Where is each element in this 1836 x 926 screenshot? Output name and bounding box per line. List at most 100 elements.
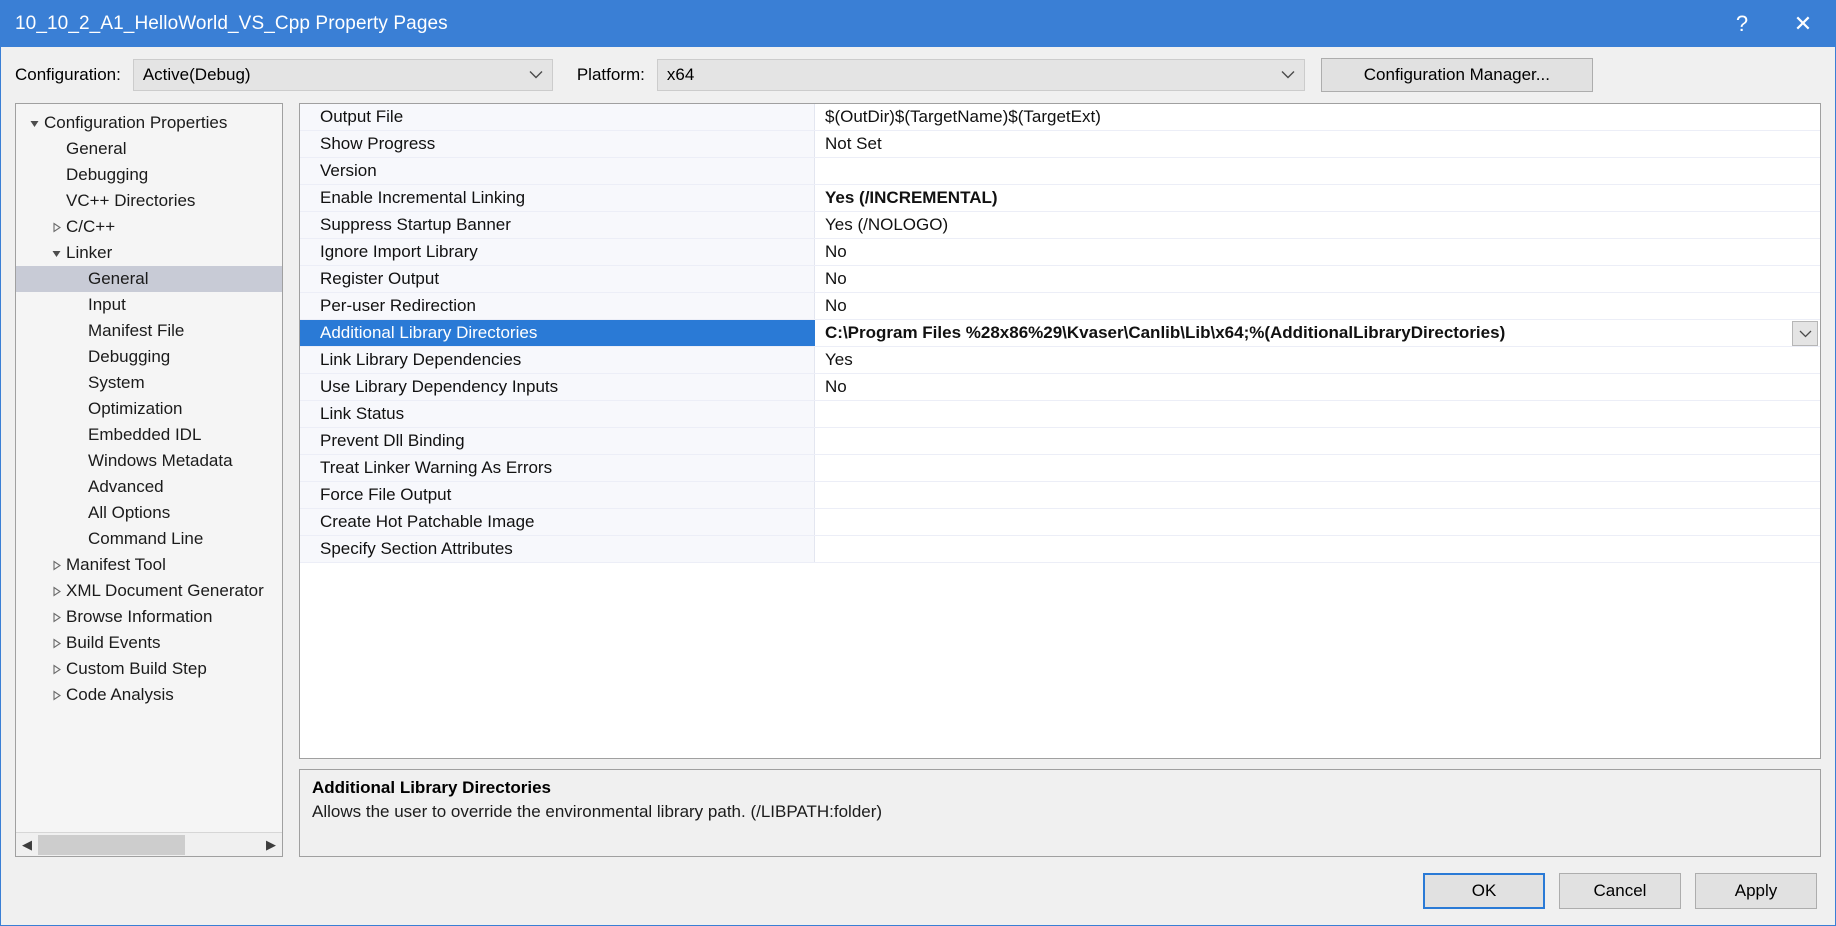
tree-item-advanced[interactable]: Advanced bbox=[16, 474, 282, 500]
tree-item-debugging[interactable]: Debugging bbox=[16, 162, 282, 188]
property-row[interactable]: Per-user RedirectionNo bbox=[300, 293, 1820, 320]
tree-item-manifest-file[interactable]: Manifest File bbox=[16, 318, 282, 344]
tree-item-all-options[interactable]: All Options bbox=[16, 500, 282, 526]
scroll-left-icon[interactable]: ◀ bbox=[16, 834, 38, 856]
property-row[interactable]: Ignore Import Library No bbox=[300, 239, 1820, 266]
property-value-dropdown-icon[interactable] bbox=[1792, 321, 1818, 346]
property-row[interactable]: Show ProgressNot Set bbox=[300, 131, 1820, 158]
tree-item-c-c[interactable]: C/C++ bbox=[16, 214, 282, 240]
property-value[interactable]: C:\Program Files %28x86%29\Kvaser\Canlib… bbox=[815, 320, 1820, 346]
property-row-gutter bbox=[300, 131, 310, 157]
tree-horizontal-scrollbar[interactable]: ◀ ▶ bbox=[16, 832, 282, 856]
description-title: Additional Library Directories bbox=[312, 778, 1808, 798]
configuration-label: Configuration: bbox=[15, 65, 121, 85]
property-row[interactable]: Specify Section Attributes bbox=[300, 536, 1820, 563]
property-value[interactable] bbox=[815, 455, 1820, 481]
tree-item-vc-directories[interactable]: VC++ Directories bbox=[16, 188, 282, 214]
cancel-button[interactable]: Cancel bbox=[1559, 873, 1681, 909]
tree-item-optimization[interactable]: Optimization bbox=[16, 396, 282, 422]
properties-tree[interactable]: Configuration PropertiesGeneralDebugging… bbox=[16, 104, 282, 832]
property-row-gutter bbox=[300, 266, 310, 292]
tree-item-input[interactable]: Input bbox=[16, 292, 282, 318]
property-value[interactable]: Yes (/NOLOGO) bbox=[815, 212, 1820, 238]
tree-item-windows-metadata[interactable]: Windows Metadata bbox=[16, 448, 282, 474]
property-row[interactable]: Link Library DependenciesYes bbox=[300, 347, 1820, 374]
property-value[interactable]: No bbox=[815, 293, 1820, 319]
property-row[interactable]: Treat Linker Warning As Errors bbox=[300, 455, 1820, 482]
tree-item-manifest-tool[interactable]: Manifest Tool bbox=[16, 552, 282, 578]
property-value[interactable] bbox=[815, 482, 1820, 508]
expander-collapsed-icon[interactable] bbox=[46, 586, 66, 597]
tree-item-configuration-properties[interactable]: Configuration Properties bbox=[16, 110, 282, 136]
platform-select[interactable]: x64 bbox=[657, 59, 1305, 91]
expander-collapsed-icon[interactable] bbox=[46, 638, 66, 649]
property-row[interactable]: Register OutputNo bbox=[300, 266, 1820, 293]
property-row-gutter bbox=[300, 536, 310, 562]
property-value[interactable] bbox=[815, 428, 1820, 454]
property-name: Link Library Dependencies bbox=[310, 347, 815, 373]
tree-item-custom-build-step[interactable]: Custom Build Step bbox=[16, 656, 282, 682]
property-row-gutter bbox=[300, 158, 310, 184]
property-row[interactable]: Additional Library DirectoriesC:\Program… bbox=[300, 320, 1820, 347]
property-row[interactable]: Version bbox=[300, 158, 1820, 185]
property-row[interactable]: Force File Output bbox=[300, 482, 1820, 509]
tree-item-general[interactable]: General bbox=[16, 266, 282, 292]
ok-button[interactable]: OK bbox=[1423, 873, 1545, 909]
property-row[interactable]: Prevent Dll Binding bbox=[300, 428, 1820, 455]
expander-collapsed-icon[interactable] bbox=[46, 560, 66, 571]
property-name: Ignore Import Library bbox=[310, 239, 815, 265]
property-row[interactable]: Output File$(OutDir)$(TargetName)$(Targe… bbox=[300, 104, 1820, 131]
scrollbar-thumb[interactable] bbox=[38, 835, 185, 855]
tree-item-general[interactable]: General bbox=[16, 136, 282, 162]
tree-item-label: C/C++ bbox=[66, 217, 115, 237]
property-value[interactable]: Yes (/INCREMENTAL) bbox=[815, 185, 1820, 211]
expander-expanded-icon[interactable] bbox=[24, 118, 44, 129]
tree-item-system[interactable]: System bbox=[16, 370, 282, 396]
tree-item-xml-document-generator[interactable]: XML Document Generator bbox=[16, 578, 282, 604]
tree-item-code-analysis[interactable]: Code Analysis bbox=[16, 682, 282, 708]
tree-item-command-line[interactable]: Command Line bbox=[16, 526, 282, 552]
tree-item-label: Command Line bbox=[88, 529, 203, 549]
property-value[interactable]: No bbox=[815, 266, 1820, 292]
property-value[interactable] bbox=[815, 536, 1820, 562]
tree-item-debugging[interactable]: Debugging bbox=[16, 344, 282, 370]
property-name: Additional Library Directories bbox=[310, 320, 815, 346]
close-icon[interactable]: ✕ bbox=[1771, 1, 1835, 47]
scrollbar-track[interactable] bbox=[38, 834, 260, 856]
configuration-manager-button[interactable]: Configuration Manager... bbox=[1321, 58, 1593, 92]
expander-collapsed-icon[interactable] bbox=[46, 612, 66, 623]
property-name: Prevent Dll Binding bbox=[310, 428, 815, 454]
configuration-value: Active(Debug) bbox=[143, 65, 251, 85]
tree-item-label: Advanced bbox=[88, 477, 164, 497]
expander-collapsed-icon[interactable] bbox=[46, 222, 66, 233]
property-row[interactable]: Use Library Dependency InputsNo bbox=[300, 374, 1820, 401]
property-grid[interactable]: Output File$(OutDir)$(TargetName)$(Targe… bbox=[300, 104, 1820, 563]
expander-expanded-icon[interactable] bbox=[46, 248, 66, 259]
window-title: 10_10_2_A1_HelloWorld_VS_Cpp Property Pa… bbox=[1, 13, 448, 35]
property-value-text: No bbox=[825, 242, 847, 262]
property-row-gutter bbox=[300, 509, 310, 535]
property-value[interactable]: No bbox=[815, 239, 1820, 265]
expander-collapsed-icon[interactable] bbox=[46, 664, 66, 675]
tree-item-embedded-idl[interactable]: Embedded IDL bbox=[16, 422, 282, 448]
expander-collapsed-icon[interactable] bbox=[46, 690, 66, 701]
property-value[interactable]: Yes bbox=[815, 347, 1820, 373]
property-value[interactable]: $(OutDir)$(TargetName)$(TargetExt) bbox=[815, 104, 1820, 130]
help-icon[interactable]: ? bbox=[1713, 1, 1771, 47]
tree-item-build-events[interactable]: Build Events bbox=[16, 630, 282, 656]
tree-item-browse-information[interactable]: Browse Information bbox=[16, 604, 282, 630]
apply-button[interactable]: Apply bbox=[1695, 873, 1817, 909]
property-row[interactable]: Create Hot Patchable Image bbox=[300, 509, 1820, 536]
property-value[interactable]: Not Set bbox=[815, 131, 1820, 157]
scroll-right-icon[interactable]: ▶ bbox=[260, 834, 282, 856]
property-row[interactable]: Link Status bbox=[300, 401, 1820, 428]
property-value[interactable]: No bbox=[815, 374, 1820, 400]
tree-item-linker[interactable]: Linker bbox=[16, 240, 282, 266]
configuration-select[interactable]: Active(Debug) bbox=[133, 59, 553, 91]
property-value[interactable] bbox=[815, 158, 1820, 184]
property-row[interactable]: Enable Incremental LinkingYes (/INCREMEN… bbox=[300, 185, 1820, 212]
property-row[interactable]: Suppress Startup BannerYes (/NOLOGO) bbox=[300, 212, 1820, 239]
properties-tree-panel: Configuration PropertiesGeneralDebugging… bbox=[15, 103, 283, 857]
property-value[interactable] bbox=[815, 401, 1820, 427]
property-value[interactable] bbox=[815, 509, 1820, 535]
